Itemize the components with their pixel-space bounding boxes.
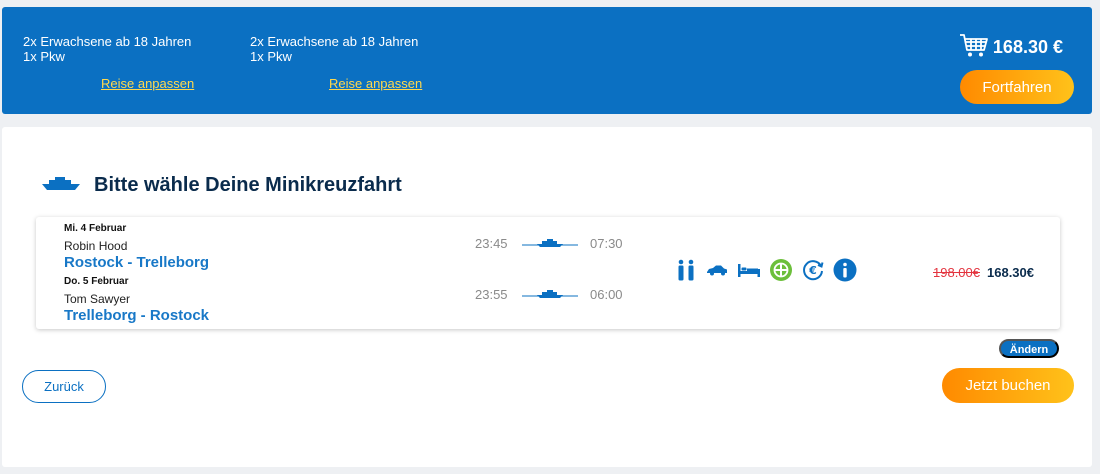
adjust-trip-link-outbound[interactable]: Reise anpassen: [101, 76, 194, 91]
outbound-date: Mi. 4 Februar: [64, 223, 127, 234]
return-arrival-time: 06:00: [590, 287, 623, 302]
original-price: 198.00€: [933, 265, 980, 280]
ferry-route-icon: [522, 239, 578, 247]
discounted-price: 168.30€: [987, 265, 1034, 280]
passengers-icon: [675, 259, 697, 281]
euro-refund-icon: €: [801, 258, 825, 282]
change-button[interactable]: Ändern: [999, 339, 1059, 358]
cruise-selection-panel: Bitte wähle Deine Minikreuzfahrt Mi. 4 F…: [2, 127, 1092, 467]
adjust-trip-link-return[interactable]: Reise anpassen: [329, 76, 422, 91]
car-icon: [705, 264, 729, 276]
cart-total: 168.30 €: [992, 37, 1063, 57]
vehicle-count: 1x Pkw: [23, 49, 65, 64]
bed-icon: [737, 262, 761, 278]
cruise-option-card[interactable]: Mi. 4 Februar Robin Hood Rostock - Trell…: [36, 217, 1060, 329]
return-ship-name: Tom Sawyer: [64, 292, 131, 306]
return-departure-time: 23:55: [475, 287, 508, 302]
ferry-route-icon: [522, 290, 578, 298]
outbound-arrival-time: 07:30: [590, 236, 623, 251]
info-icon[interactable]: [833, 258, 857, 282]
shopping-cart-icon: [959, 32, 989, 63]
outbound-route: Rostock - Trelleborg: [64, 254, 210, 271]
ferry-icon: [40, 174, 82, 197]
passenger-summary-outbound: 2x Erwachsene ab 18 Jahren 1x Pkw: [23, 34, 191, 64]
trip-summary-bar: 2x Erwachsene ab 18 Jahren 1x Pkw Reise …: [2, 7, 1092, 114]
adults-count: 2x Erwachsene ab 18 Jahren: [250, 34, 419, 49]
section-heading: Bitte wähle Deine Minikreuzfahrt: [40, 174, 402, 197]
return-date: Do. 5 Februar: [64, 276, 129, 287]
meal-icon: [769, 258, 793, 282]
amenities-list: €: [675, 258, 857, 282]
return-route: Trelleborg - Rostock: [64, 307, 210, 324]
passenger-summary-return: 2x Erwachsene ab 18 Jahren 1x Pkw: [250, 34, 418, 64]
page-title: Bitte wähle Deine Minikreuzfahrt: [94, 174, 402, 196]
continue-button[interactable]: Fortfahren: [960, 70, 1074, 104]
outbound-ship-name: Robin Hood: [64, 239, 128, 253]
vehicle-count: 1x Pkw: [250, 49, 292, 64]
back-button[interactable]: Zurück: [22, 370, 106, 403]
adults-count: 2x Erwachsene ab 18 Jahren: [23, 34, 192, 49]
book-now-button[interactable]: Jetzt buchen: [942, 368, 1074, 403]
outbound-departure-time: 23:45: [475, 236, 508, 251]
svg-text:€: €: [808, 264, 817, 277]
cart-summary[interactable]: 168.30 €: [959, 32, 1063, 63]
